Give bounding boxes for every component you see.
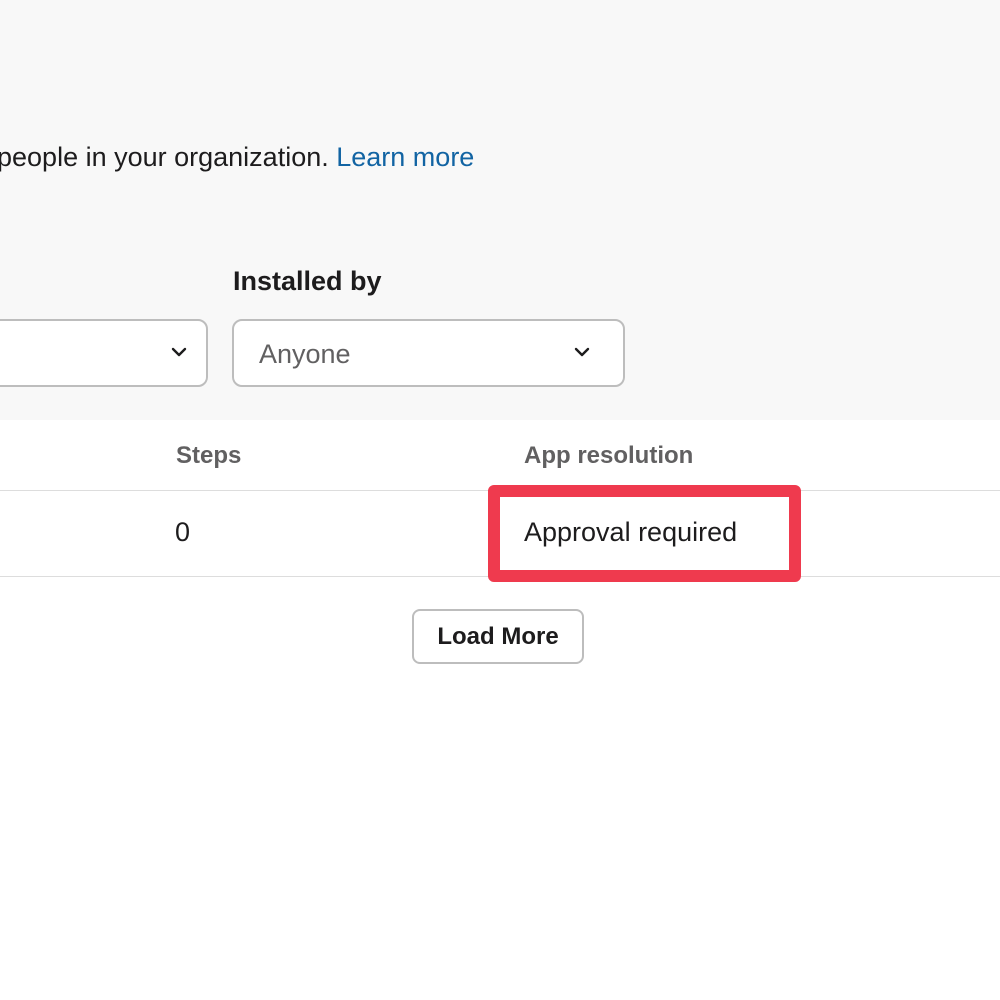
- load-more-button[interactable]: Load More: [412, 609, 584, 664]
- chevron-down-icon: [573, 343, 591, 361]
- learn-more-link[interactable]: Learn more: [336, 142, 474, 172]
- highlight-box: [488, 485, 801, 582]
- steps-cell: 0: [175, 517, 191, 547]
- installed-by-value: Anyone: [259, 339, 351, 369]
- installed-by-select[interactable]: Anyone: [232, 319, 625, 387]
- installed-by-label: Installed by: [233, 266, 382, 296]
- chevron-down-icon: [170, 343, 188, 361]
- left-filter-select[interactable]: [0, 319, 208, 387]
- column-header-app-resolution: App resolution: [524, 442, 694, 469]
- description-text: people in your organization.: [0, 142, 329, 172]
- filter-panel: people in your organization. Learn more …: [0, 0, 1000, 420]
- page-description: people in your organization. Learn more: [0, 142, 474, 173]
- column-header-steps: Steps: [176, 442, 242, 469]
